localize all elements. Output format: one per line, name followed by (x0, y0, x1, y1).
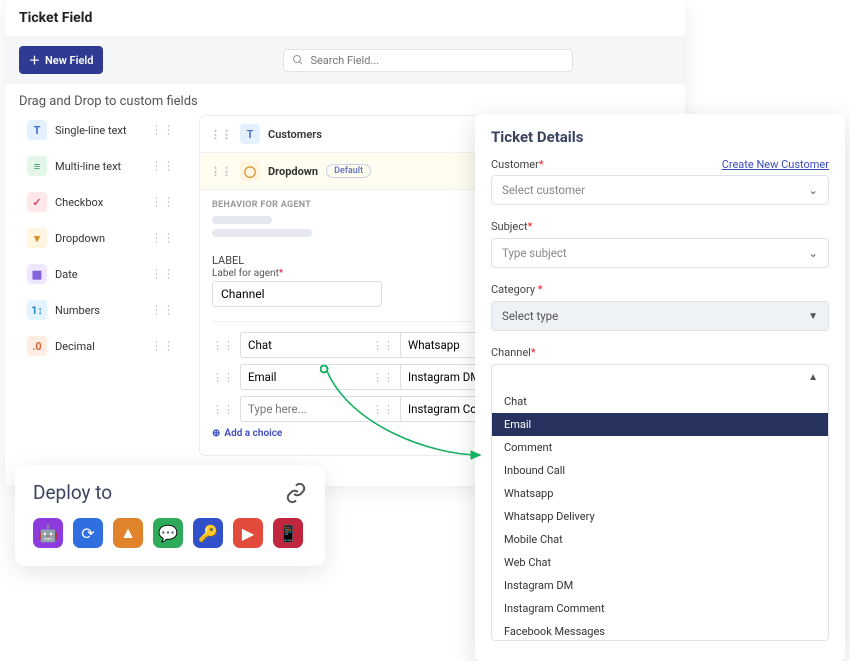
new-field-label: New Field (45, 54, 93, 67)
category-label: Category * (491, 283, 543, 296)
palette-item-label: Multi-line text (55, 160, 121, 173)
canvas-row-label: Customers (268, 128, 322, 141)
channel-option[interactable]: Instagram DM (492, 574, 828, 597)
text-icon: T (240, 124, 260, 144)
link-icon[interactable] (285, 482, 307, 504)
dnd-title: Drag and Drop to custom fields (5, 84, 685, 115)
drag-handle-icon[interactable]: ⋮⋮ (151, 196, 175, 209)
field-type-icon: 1↕ (27, 300, 47, 320)
chevron-down-icon: ⌄ (808, 246, 818, 260)
plus-circle-icon: ⊕ (212, 428, 220, 439)
deploy-title: Deploy to (33, 481, 112, 504)
channel-option[interactable]: Whatsapp Delivery (492, 505, 828, 528)
drag-handle-icon[interactable]: ⋮⋮ (372, 371, 394, 384)
deploy-target-key-icon[interactable]: 🔑 (193, 518, 223, 548)
channel-dropdown[interactable]: ▲ ChatEmailCommentInbound CallWhatsappWh… (491, 364, 829, 641)
toolbar: ＋ New Field (5, 36, 685, 84)
field-type-icon: ≡ (27, 156, 47, 176)
channel-option[interactable]: Whatsapp (492, 482, 828, 505)
category-select[interactable]: Select type ▼ (491, 301, 829, 331)
channel-option[interactable]: Chat (492, 390, 828, 413)
dropdown-icon: ◯ (240, 161, 260, 181)
field-type-icon: T (27, 120, 47, 140)
channel-option[interactable]: Web Chat (492, 551, 828, 574)
drag-handle-icon[interactable]: ⋮⋮ (372, 403, 394, 416)
choice-cell: ⋮⋮ (212, 364, 362, 390)
deploy-target-refresh-icon[interactable]: ⟳ (73, 518, 103, 548)
search-input[interactable] (304, 54, 564, 67)
channel-option[interactable]: Instagram Comment (492, 597, 828, 620)
field-type-icon: ✓ (27, 192, 47, 212)
ticket-details-title: Ticket Details (491, 128, 829, 146)
drag-handle-icon[interactable]: ⋮⋮ (151, 124, 175, 137)
plus-icon: ＋ (29, 52, 40, 68)
channel-options: ChatEmailCommentInbound CallWhatsappWhat… (492, 390, 828, 640)
channel-option[interactable]: Inbound Call (492, 459, 828, 482)
palette-item[interactable]: .0 Decimal ⋮⋮ (19, 331, 179, 361)
placeholder-bar (212, 216, 272, 224)
deploy-target-livechat-icon[interactable]: 💬 (153, 518, 183, 548)
channel-option[interactable]: Comment (492, 436, 828, 459)
search-icon (292, 54, 304, 66)
deploy-panel: Deploy to 🤖 ⟳ ▲ 💬 🔑 ▶ 📱 (15, 465, 325, 566)
search-field-container[interactable] (283, 49, 573, 72)
palette-item[interactable]: ▦ Date ⋮⋮ (19, 259, 179, 289)
label-for-agent-input[interactable] (212, 281, 382, 307)
palette-item[interactable]: ✓ Checkbox ⋮⋮ (19, 187, 179, 217)
deploy-target-mobile-icon[interactable]: 📱 (273, 518, 303, 548)
palette-item-label: Dropdown (55, 232, 105, 245)
palette-item-label: Date (55, 268, 78, 281)
drag-handle-icon[interactable]: ⋮⋮ (151, 232, 175, 245)
field-palette: T Single-line text ⋮⋮ ≡ Multi-line text ⋮⋮ ✓ Ch… (19, 115, 179, 456)
drag-handle-icon[interactable]: ⋮⋮ (212, 339, 234, 352)
channel-option[interactable]: Mobile Chat (492, 528, 828, 551)
drag-handle-icon[interactable]: ⋮⋮ (210, 128, 232, 141)
create-customer-link[interactable]: Create New Customer (722, 158, 829, 171)
palette-item[interactable]: 1↕ Numbers ⋮⋮ (19, 295, 179, 325)
palette-item[interactable]: ≡ Multi-line text ⋮⋮ (19, 151, 179, 181)
default-tag: Default (326, 164, 371, 178)
deploy-target-play-icon[interactable]: ▶ (233, 518, 263, 548)
caret-down-icon: ▼ (808, 311, 818, 322)
palette-item-label: Checkbox (55, 196, 103, 209)
choice-cell: ⋮⋮ (212, 332, 362, 358)
palette-item[interactable]: T Single-line text ⋮⋮ (19, 115, 179, 145)
customer-select[interactable]: Select customer ⌄ (491, 175, 829, 205)
channel-option[interactable]: Facebook Messages (492, 620, 828, 640)
placeholder-bar (212, 229, 312, 237)
drag-handle-icon[interactable]: ⋮⋮ (151, 340, 175, 353)
subject-input[interactable]: Type subject ⌄ (491, 238, 829, 268)
field-type-icon: .0 (27, 336, 47, 356)
drag-handle-icon[interactable]: ⋮⋮ (372, 339, 394, 352)
deploy-target-chatbot-icon[interactable]: 🤖 (33, 518, 63, 548)
palette-item-label: Decimal (55, 340, 95, 353)
field-type-icon: ▦ (27, 264, 47, 284)
drag-handle-icon[interactable]: ⋮⋮ (151, 160, 175, 173)
palette-item-label: Single-line text (55, 124, 126, 137)
field-type-icon: ▾ (27, 228, 47, 248)
canvas-row-label: Dropdown (268, 165, 318, 178)
label-caption: LABEL (212, 254, 244, 267)
drag-handle-icon[interactable]: ⋮⋮ (151, 268, 175, 281)
panel-title: Ticket Field (5, 0, 685, 36)
palette-item-label: Numbers (55, 304, 100, 317)
drag-handle-icon[interactable]: ⋮⋮ (151, 304, 175, 317)
channel-option[interactable]: Email (492, 413, 828, 436)
customer-label: Customer* (491, 158, 544, 171)
channel-label: Channel* (491, 346, 536, 359)
choice-cell: ⋮⋮ (212, 396, 362, 422)
subject-label: Subject* (491, 220, 532, 233)
chevron-down-icon: ⌄ (808, 183, 818, 197)
new-field-button[interactable]: ＋ New Field (19, 46, 103, 74)
palette-item[interactable]: ▾ Dropdown ⋮⋮ (19, 223, 179, 253)
ticket-details-panel: Ticket Details Customer* Create New Cust… (475, 114, 845, 661)
deploy-icons-row: 🤖 ⟳ ▲ 💬 🔑 ▶ 📱 (33, 518, 307, 548)
drag-handle-icon[interactable]: ⋮⋮ (212, 403, 234, 416)
deploy-target-chart-icon[interactable]: ▲ (113, 518, 143, 548)
drag-handle-icon[interactable]: ⋮⋮ (210, 165, 232, 178)
drag-handle-icon[interactable]: ⋮⋮ (212, 371, 234, 384)
caret-up-icon: ▲ (808, 372, 818, 383)
